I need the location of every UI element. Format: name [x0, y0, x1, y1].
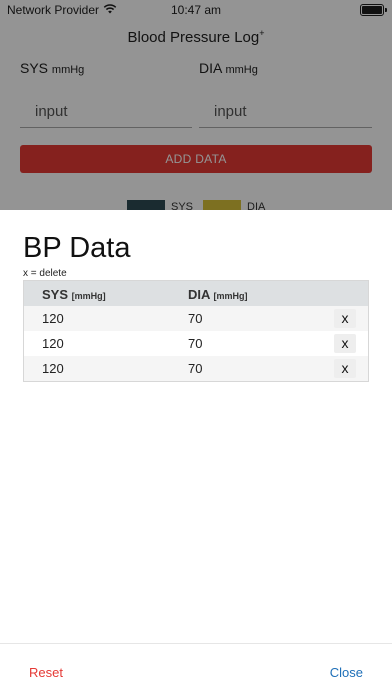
delete-row-button[interactable]: x [334, 334, 356, 353]
modal-backdrop[interactable] [0, 0, 392, 230]
close-button[interactable]: Close [330, 665, 363, 680]
column-header-sys: SYS [mmHg] [42, 287, 106, 302]
table-body: 120 70 x 120 70 x 120 70 x [24, 306, 368, 381]
cell-dia: 70 [188, 336, 203, 351]
reset-button[interactable]: Reset [29, 665, 63, 680]
status-bar: Network Provider 10:47 am [0, 0, 392, 20]
bp-data-table: SYS [mmHg] DIA [mmHg] 120 70 x 120 70 x … [23, 280, 369, 382]
clock: 10:47 am [170, 3, 222, 17]
table-row: 120 70 x [24, 306, 368, 331]
sheet-title: BP Data [23, 232, 131, 264]
cell-sys: 120 [42, 336, 64, 351]
cell-dia: 70 [188, 311, 203, 326]
battery-icon [360, 4, 387, 16]
cell-dia: 70 [188, 361, 203, 376]
column-header-dia: DIA [mmHg] [188, 287, 248, 302]
cell-sys: 120 [42, 361, 64, 376]
delete-hint: x = delete [23, 268, 67, 279]
sheet-footer: Reset Close [0, 643, 392, 697]
table-header: SYS [mmHg] DIA [mmHg] [24, 281, 368, 306]
delete-row-button[interactable]: x [334, 359, 356, 378]
delete-row-button[interactable]: x [334, 309, 356, 328]
table-row: 120 70 x [24, 356, 368, 381]
table-row: 120 70 x [24, 331, 368, 356]
cell-sys: 120 [42, 311, 64, 326]
bp-data-sheet: BP Data x = delete SYS [mmHg] DIA [mmHg]… [0, 210, 392, 696]
